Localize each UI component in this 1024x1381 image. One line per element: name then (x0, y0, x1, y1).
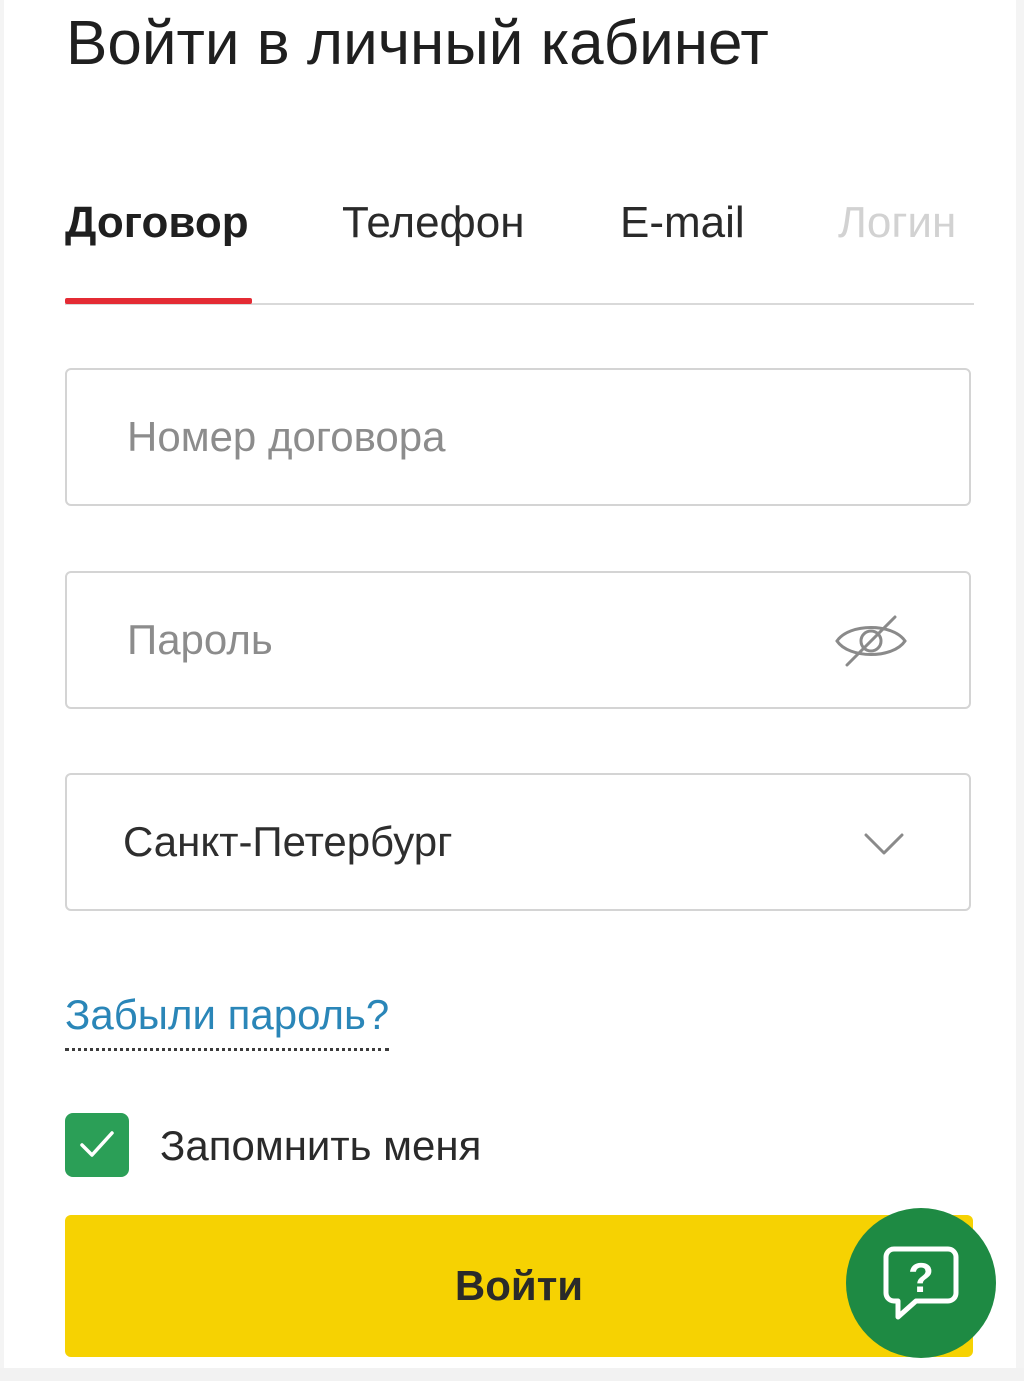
remember-me-label: Запомнить меня (160, 1122, 482, 1169)
remember-me-checkbox[interactable] (65, 1113, 129, 1177)
password-input[interactable] (127, 573, 827, 707)
help-question-mark: ? (908, 1254, 934, 1301)
login-page: Войти в личный кабинет Договор Телефон E… (0, 0, 1024, 1381)
contract-number-field (65, 368, 971, 506)
right-edge (1016, 0, 1024, 1381)
forgot-password-link[interactable]: Забыли пароль? (65, 984, 390, 1051)
active-tab-indicator (65, 298, 252, 304)
chevron-down-icon (861, 823, 907, 863)
password-field (65, 571, 971, 709)
bottom-edge (0, 1368, 1024, 1381)
remember-me-option[interactable]: Запомнить меня (65, 1112, 665, 1178)
login-submit-button[interactable]: Войти (65, 1215, 973, 1357)
tab-phone[interactable]: Телефон (342, 193, 525, 253)
city-selected-value: Санкт-Петербург (123, 818, 453, 865)
checkmark-icon (80, 1131, 114, 1157)
tab-login[interactable]: Логин (838, 193, 956, 253)
contract-number-input[interactable] (127, 370, 827, 504)
left-edge (0, 0, 4, 1381)
city-select[interactable]: Санкт-Петербург (65, 773, 971, 911)
help-chat-button[interactable]: ? (846, 1208, 996, 1358)
eye-off-icon[interactable] (833, 611, 909, 671)
login-tabs: Договор Телефон E-mail Логин (65, 185, 974, 305)
tab-email[interactable]: E-mail (620, 193, 745, 253)
page-title: Войти в личный кабинет (66, 9, 769, 78)
tab-contract[interactable]: Договор (65, 193, 249, 253)
